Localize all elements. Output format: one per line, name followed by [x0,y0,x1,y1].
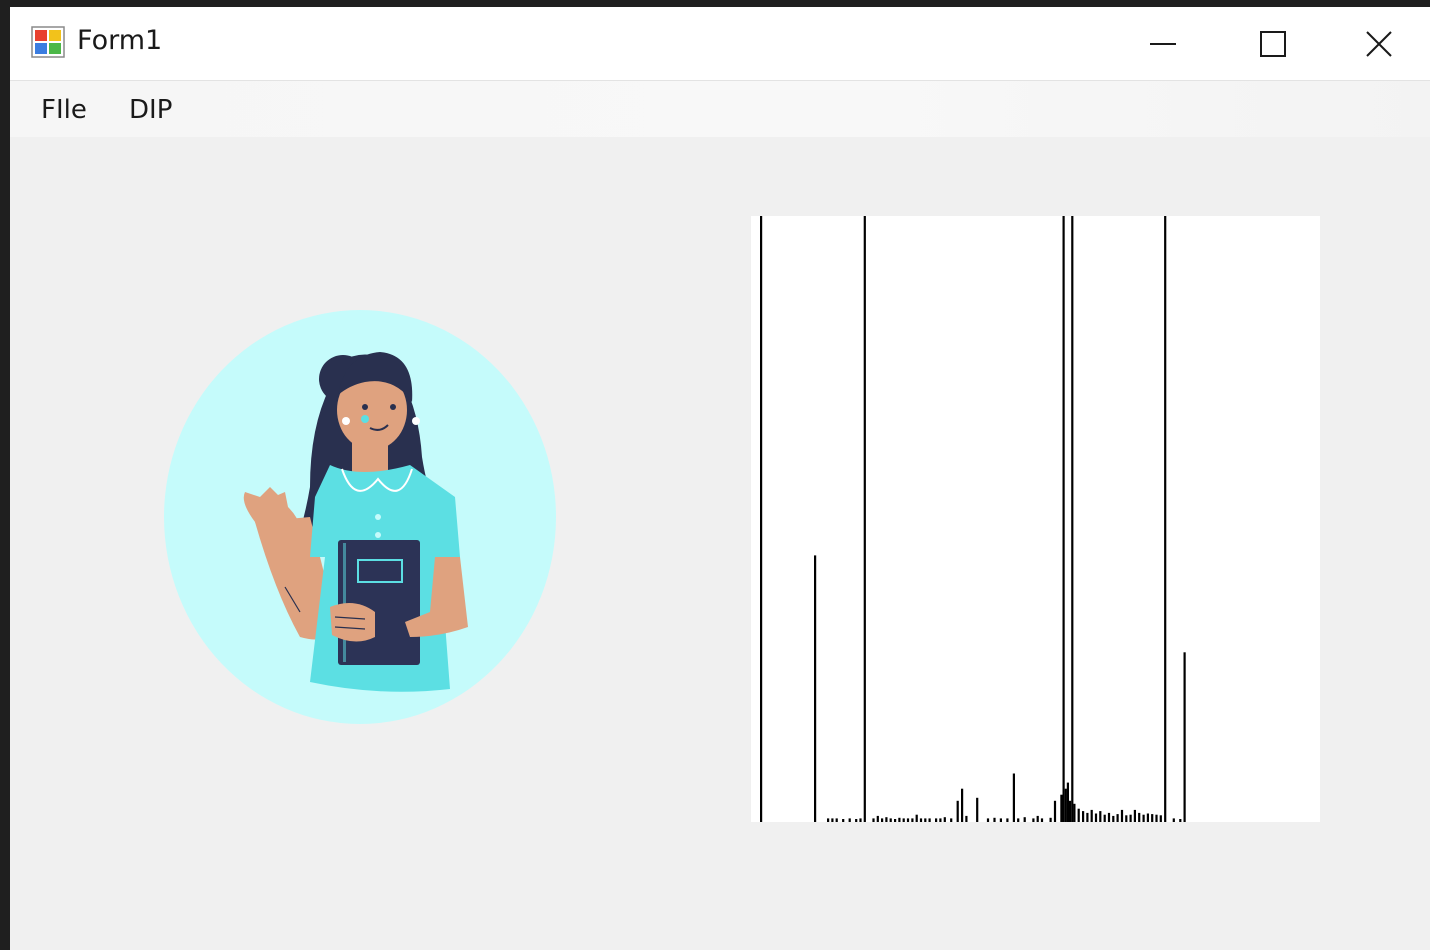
histogram-bar [915,814,918,822]
histogram-bar [872,818,875,822]
window-title: Form1 [77,25,163,56]
histogram-bar [902,818,905,822]
histogram-bar [1112,815,1115,822]
histogram-bar [924,818,927,822]
histogram-bar [760,216,763,822]
histogram-bar [1069,800,1072,822]
app-icon [31,26,65,58]
histogram-bar [831,818,834,822]
histogram-bar [1082,811,1085,822]
histogram-bar [1107,812,1111,822]
histogram-bar [999,818,1002,822]
histogram-bar [1040,818,1044,822]
histogram-bar [1053,800,1057,822]
close-icon [1366,30,1392,57]
histogram-bar [885,817,888,822]
woman-illustration [164,310,556,724]
title-bar[interactable]: Form1 [10,7,1430,81]
histogram-bar [1071,216,1074,822]
histogram-bar [898,817,901,822]
histogram-bar [1066,782,1069,822]
histogram-bar [1103,814,1106,822]
histogram-bar [986,818,990,822]
histogram-bar [965,815,968,822]
histogram-bar [814,555,817,822]
histogram-bar [1164,216,1167,822]
histogram-bar [1172,818,1175,822]
histogram-bar [1183,652,1186,822]
histogram-bar [827,818,830,822]
minimize-button[interactable] [1108,7,1218,80]
histogram-bar [935,818,938,822]
histogram-bar [842,819,845,822]
histogram-bar [855,819,858,822]
histogram-bar [906,818,910,822]
histogram-bar [950,818,953,822]
histogram-bar [889,818,892,822]
histogram-bar [1159,815,1162,822]
form-window: Form1 FIle DIP [10,7,1430,950]
histogram-bar [1129,814,1132,822]
histogram-bar [961,788,964,822]
histogram-bar [919,818,923,822]
histogram-bar [1120,809,1124,822]
histogram-bar [876,815,879,822]
histogram-bar [1064,788,1067,822]
histogram-bar [1125,815,1128,822]
histogram-bar [1017,818,1020,822]
histogram-bar [1151,814,1154,822]
histogram-bar [894,819,897,822]
histogram-bar [1133,809,1136,822]
maximize-icon [1260,30,1286,57]
histogram-bar [1077,808,1080,822]
histogram-bar [1073,803,1076,822]
histogram-bar [1023,817,1026,822]
histogram-bar [1062,216,1065,822]
histogram-bar [1060,794,1063,822]
histogram-bar [1086,812,1089,822]
histogram-bar [1049,817,1052,822]
menu-dip[interactable]: DIP [123,93,178,127]
histogram-bar [1142,814,1145,822]
histogram-bar [848,818,851,822]
source-picture-box [160,307,560,727]
histogram-bar [1146,813,1149,822]
histogram-bar [881,818,884,822]
histogram-bar [1138,812,1141,822]
histogram-bar [976,797,979,822]
histogram-bar [1116,814,1119,822]
maximize-button[interactable] [1218,7,1328,80]
histogram-bar [1094,813,1098,822]
histogram-bar [859,818,862,822]
menu-bar: FIle DIP [10,81,1430,137]
histogram-bar [943,817,946,822]
menu-file[interactable]: FIle [35,93,93,127]
histogram-picture-box [751,216,1320,822]
close-button[interactable] [1328,7,1430,80]
histogram-bar [1036,815,1039,822]
histogram-bar [993,817,996,822]
histogram-chart [760,216,1186,822]
histogram-bar [863,216,866,822]
histogram-bar [956,800,959,822]
histogram-bar [1012,773,1015,822]
histogram-bar [1032,818,1035,822]
histogram-bar [1179,819,1182,822]
histogram-bar [1155,814,1158,822]
histogram-bar [1090,809,1093,822]
minimize-icon [1150,42,1176,46]
histogram-bar [835,818,838,822]
histogram-bar [939,818,942,822]
histogram-bar [1099,811,1102,822]
histogram-bar [928,818,931,822]
histogram-bar [911,818,914,822]
histogram-bar [1006,818,1009,822]
